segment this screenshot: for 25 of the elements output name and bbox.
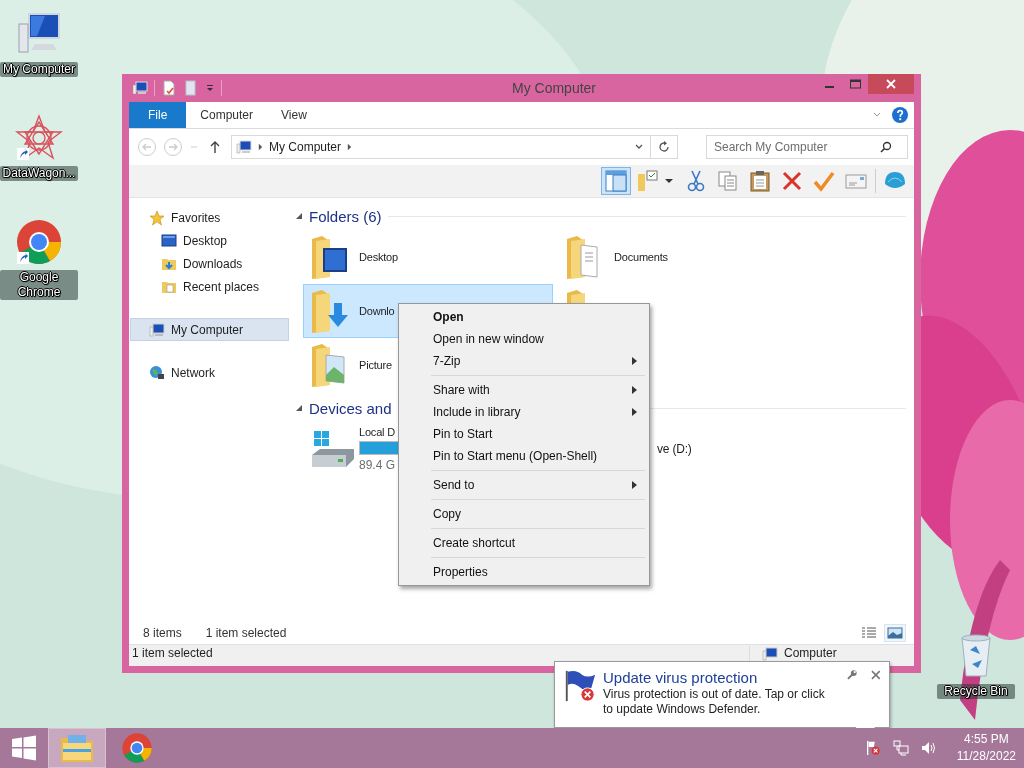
item-label: Local D xyxy=(359,426,395,438)
menu-item-label: Create shortcut xyxy=(433,536,516,550)
item-label: Desktop xyxy=(359,251,398,263)
menu-item-label: Properties xyxy=(433,565,488,579)
menu-item-label: Pin to Start menu (Open-Shell) xyxy=(433,449,598,463)
window-title: My Computer xyxy=(511,80,597,96)
menu-item-label: Open xyxy=(433,310,464,324)
notification-title: Update virus protection xyxy=(603,669,759,687)
address-path: My Computer xyxy=(269,140,342,154)
item-label: Picture xyxy=(359,359,392,371)
free-space-text: 89.4 G xyxy=(359,458,396,472)
menu-item-label: 7-Zip xyxy=(433,354,461,368)
menu-item-label: Include in library xyxy=(433,405,521,419)
details-text: 1 item selected xyxy=(132,646,213,660)
item-label: Downlo xyxy=(359,305,395,317)
menu-item-label: Send to xyxy=(433,478,475,492)
notification-message: Virus protection is out of date. Tap or click to update Windows Defender. xyxy=(603,687,826,717)
menu-item-label: Share with xyxy=(433,383,490,397)
location-text: Computer xyxy=(784,646,838,660)
item-label: Documents xyxy=(614,251,668,263)
selection-count: 1 item selected xyxy=(205,626,287,640)
menu-item-label: Copy xyxy=(433,507,461,521)
menu-item-label: Open in new window xyxy=(433,332,544,346)
menu-item-label: Pin to Start xyxy=(433,427,493,441)
item-count: 8 items xyxy=(143,626,182,640)
